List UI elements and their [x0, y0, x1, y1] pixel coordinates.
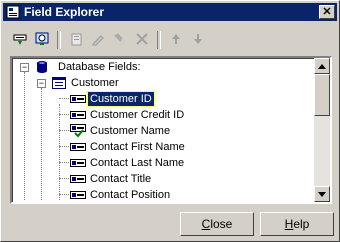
tree-line — [59, 98, 69, 99]
tree-item-label: Contact Title — [90, 173, 152, 185]
tree-item-customer[interactable]: Customer — [51, 75, 121, 91]
tree-item-label: Customer Credit ID — [90, 109, 185, 121]
close-window-button[interactable]: ✕ — [319, 5, 335, 19]
scroll-up-button[interactable] — [314, 58, 330, 74]
field-explorer-icon — [5, 4, 21, 20]
delete-field-button[interactable] — [131, 29, 153, 51]
tree-line — [59, 114, 69, 115]
tree-item-label: Customer — [71, 77, 119, 89]
tree-line — [59, 178, 69, 179]
tree-line — [59, 104, 60, 200]
field-icon — [70, 171, 86, 187]
tree-item-label: Contact Position — [90, 189, 171, 201]
collapse-customer-toggle[interactable]: − — [37, 79, 46, 88]
move-down-button[interactable] — [187, 29, 209, 51]
new-field-button[interactable] — [65, 29, 87, 51]
field-icon — [70, 139, 86, 155]
tree-item-field[interactable]: Contact First Name — [70, 139, 187, 155]
tree-item-database-fields[interactable]: Database Fields: — [34, 59, 143, 75]
tree-item-field[interactable]: Customer ID — [70, 91, 155, 107]
help-button-label: Help — [284, 217, 310, 231]
browse-field-button[interactable] — [31, 29, 53, 51]
insert-field-icon — [12, 31, 28, 50]
move-up-button[interactable] — [165, 29, 187, 51]
tree-line — [41, 88, 42, 200]
tree-line — [59, 130, 69, 131]
browse-field-icon — [34, 31, 50, 50]
tree-line — [59, 146, 69, 147]
tree-item-label: Contact First Name — [90, 141, 185, 153]
window-title: Field Explorer — [24, 5, 105, 19]
tree-item-label: Database Fields: — [58, 61, 141, 73]
tree-view: − Database Fields: − Customer Customer I… — [12, 58, 314, 202]
field-tree[interactable]: − Database Fields: − Customer Customer I… — [10, 56, 332, 204]
edit-field-button[interactable] — [87, 29, 109, 51]
close-icon: ✕ — [322, 5, 332, 18]
title-bar[interactable]: Field Explorer ✕ — [3, 3, 337, 21]
vertical-scrollbar[interactable] — [314, 58, 330, 202]
insert-field-button[interactable] — [9, 29, 31, 51]
scroll-down-arrow-icon — [318, 188, 326, 200]
field-icon — [70, 91, 86, 107]
move-down-icon — [190, 31, 206, 50]
scroll-down-button[interactable] — [314, 186, 330, 202]
tree-item-label: Contact Last Name — [90, 157, 185, 169]
move-up-icon — [168, 31, 184, 50]
help-button[interactable]: Help — [260, 212, 334, 236]
close-button-label: Close — [201, 217, 233, 231]
tree-item-field[interactable]: Customer Credit ID — [70, 107, 186, 123]
rename-field-button[interactable] — [109, 29, 131, 51]
field-icon — [70, 187, 86, 202]
tree-item-field[interactable]: Contact Title — [70, 171, 153, 187]
tree-item-label: Customer Name — [90, 125, 171, 137]
toolbar — [9, 28, 209, 52]
tree-item-label: Customer ID — [87, 91, 155, 107]
toolbar-separator — [157, 31, 161, 49]
toolbar-separator — [57, 31, 61, 49]
rename-field-icon — [112, 31, 128, 50]
tree-item-field[interactable]: Customer Name — [70, 123, 172, 139]
tree-item-field[interactable]: Contact Last Name — [70, 155, 186, 171]
tree-line — [59, 194, 69, 195]
delete-field-icon — [134, 31, 150, 50]
tree-line — [24, 72, 25, 200]
close-button[interactable]: Close — [180, 212, 254, 236]
scroll-up-arrow-icon — [318, 60, 326, 72]
tree-item-field[interactable]: Contact Position — [70, 187, 172, 202]
field-explorer-window: Field Explorer ✕ − Database Fields: − Cu… — [0, 0, 340, 242]
table-icon — [51, 75, 67, 91]
field-icon — [70, 155, 86, 171]
collapse-root-toggle[interactable]: − — [20, 63, 29, 72]
edit-field-icon — [90, 31, 106, 50]
field-used-icon — [70, 123, 86, 139]
new-field-icon — [68, 31, 84, 50]
database-icon — [34, 59, 50, 75]
field-icon — [70, 107, 86, 123]
scrollbar-thumb[interactable] — [314, 74, 330, 116]
tree-line — [59, 162, 69, 163]
